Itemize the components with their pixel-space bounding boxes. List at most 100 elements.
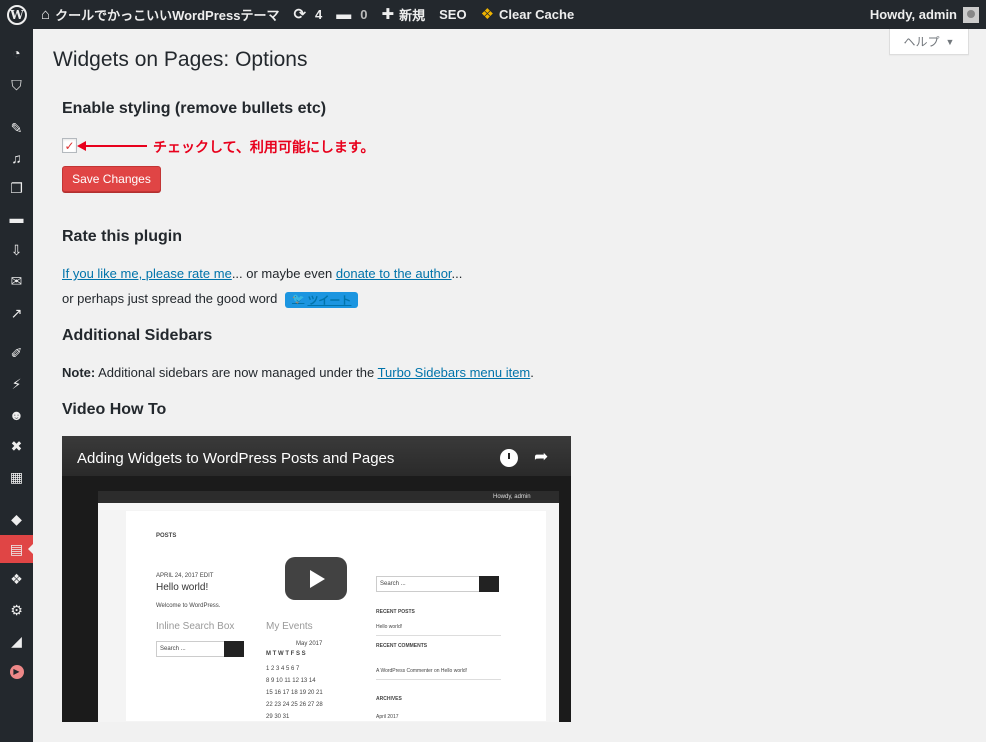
twitter-bird-icon: 🐦 (291, 294, 305, 305)
admin-bar: W ⌂ クールでかっこいいWordPressテーマ ⟳ 4 ▬ 0 ✚ 新規 S… (0, 0, 986, 29)
rate-line: If you like me, please rate me... or may… (62, 266, 462, 281)
comments-icon[interactable]: ▬ (0, 204, 33, 232)
inner-sidebar-search-button (479, 576, 499, 592)
dashboard-icon[interactable]: ◔ (0, 39, 33, 67)
save-changes-button[interactable]: Save Changes (62, 166, 161, 192)
wp-logo-menu[interactable]: W (0, 0, 34, 29)
inner-sidebar-search-placeholder: Search ... (380, 581, 406, 587)
comments-count: 0 (360, 7, 368, 22)
rate-link[interactable]: If you like me, please rate me (62, 266, 232, 281)
wordpress-logo-icon: W (7, 4, 27, 25)
sidebars-note: Note: Additional sidebars are now manage… (62, 365, 534, 380)
clear-cache-menu[interactable]: ❖ Clear Cache (474, 0, 582, 29)
inner-admin-bar (98, 491, 559, 503)
updates-count: 4 (315, 7, 323, 22)
inner-divider-2 (376, 679, 501, 680)
donate-link[interactable]: donate to the author (336, 266, 452, 281)
note-label: Note: (62, 365, 96, 380)
video-title[interactable]: Adding Widgets to WordPress Posts and Pa… (77, 450, 394, 467)
shield-icon[interactable]: ⛉ (0, 71, 33, 99)
site-name-menu[interactable]: ⌂ クールでかっこいいWordPressテーマ (34, 0, 286, 29)
inner-calendar-weekdays: M T W T F S S (266, 651, 306, 657)
inner-cal-row-1: 1 2 3 4 5 6 7 (266, 666, 300, 672)
video-embed[interactable]: Howdy, admin POSTS APRIL 24, 2017 EDIT H… (62, 436, 571, 722)
page-title: Widgets on Pages: Options (53, 48, 308, 71)
my-account-menu[interactable]: Howdy, admin (863, 0, 986, 29)
note-text: Additional sidebars are now managed unde… (95, 365, 378, 380)
plugin-bird-icon[interactable]: ◆ (0, 505, 33, 533)
annotation-arrow-line (83, 145, 147, 147)
stats-icon[interactable]: ◢ (0, 627, 33, 655)
inner-cal-row-2: 8 9 10 11 12 13 14 (266, 678, 316, 684)
share-arrow-icon[interactable]: ➦ (534, 447, 548, 467)
enable-styling-heading: Enable styling (remove bullets etc) (62, 100, 327, 117)
pages-icon[interactable]: ❐ (0, 174, 33, 202)
site-name: クールでかっこいいWordPressテーマ (55, 8, 280, 23)
enable-styling-checkbox[interactable]: ✓ (62, 138, 77, 153)
inner-recent-comment-item: A WordPress Commenter on Hello world! (376, 668, 468, 674)
main-content: Widgets on Pages: Options Enable styling… (33, 29, 986, 742)
inner-post-title: Hello world! (156, 582, 209, 593)
widgets-on-pages-icon[interactable]: ▤ (0, 535, 34, 563)
inner-howdy: Howdy, admin (493, 494, 531, 500)
tweet-button[interactable]: 🐦 ツイート (284, 291, 359, 308)
avatar (963, 6, 979, 23)
tweet-label: ツイート (307, 294, 352, 307)
tools-icon[interactable]: ✖ (0, 432, 33, 460)
inner-page: POSTS APRIL 24, 2017 EDIT Hello world! W… (126, 511, 546, 721)
inner-cal-row-5: 29 30 31 (266, 714, 290, 720)
inner-post-date: APRIL 24, 2017 EDIT (156, 573, 214, 579)
inner-recent-post-item: Hello world! (376, 624, 403, 630)
seo-menu[interactable]: SEO (432, 0, 473, 29)
rate-end-text: ... (451, 266, 463, 281)
gear-icon[interactable]: ⚙ (0, 596, 33, 624)
inner-archive-item: April 2017 (376, 714, 399, 720)
inner-cal-row-3: 15 16 17 18 19 20 21 (266, 690, 323, 696)
comments-menu[interactable]: ▬ 0 (329, 0, 374, 29)
seo-label: SEO (439, 7, 467, 22)
mail-icon[interactable]: ✉ (0, 267, 33, 295)
inner-search-title: Inline Search Box (156, 621, 235, 632)
new-content-menu[interactable]: ✚ 新規 (375, 0, 433, 29)
spread-line: or perhaps just spread the good word 🐦 ツイ… (62, 291, 359, 308)
media-icon[interactable]: ♫ (0, 144, 33, 172)
video-screen: Howdy, admin POSTS APRIL 24, 2017 EDIT H… (98, 491, 559, 722)
inner-recent-posts: RECENT POSTS (376, 609, 415, 615)
feedback-icon[interactable]: ⇩ (0, 236, 33, 264)
inner-search-button (224, 641, 244, 657)
analytics-icon[interactable]: ↗ (0, 299, 33, 327)
plugins-icon[interactable]: ⚡ (0, 370, 33, 398)
updates-menu[interactable]: ⟳ 4 (286, 0, 329, 29)
settings-widgets-icon[interactable]: ▦ (0, 463, 33, 491)
inner-posts-label: POSTS (156, 533, 177, 539)
tiger-cache-icon: ❖ (480, 6, 495, 23)
spread-text: or perhaps just spread the good word (62, 291, 278, 306)
note-end: . (530, 365, 534, 380)
users-icon[interactable]: ☻ (0, 401, 33, 429)
turbo-sidebars-link[interactable]: Turbo Sidebars menu item (378, 365, 531, 380)
appearance-icon[interactable]: ✐ (0, 339, 33, 367)
inner-calendar-month: May 2017 (296, 641, 323, 647)
inner-search-placeholder: Search ... (160, 646, 186, 652)
inner-post-body: Welcome to WordPress. (156, 603, 221, 609)
home-icon: ⌂ (41, 6, 51, 23)
video-heading: Video How To (62, 401, 167, 418)
howdy-text: Howdy, admin (869, 7, 957, 22)
video-play-icon[interactable]: ▶ (0, 658, 33, 686)
rate-heading: Rate this plugin (62, 228, 182, 245)
watch-later-clock-icon[interactable] (500, 449, 518, 467)
comment-bubble-icon: ▬ (336, 6, 352, 23)
rate-mid-text: ... or maybe even (231, 266, 336, 281)
inner-events-title: My Events (266, 621, 313, 632)
inner-divider-1 (376, 635, 501, 636)
video-play-button[interactable] (285, 557, 347, 600)
sidebars-heading: Additional Sidebars (62, 327, 213, 344)
cache-tiger-icon[interactable]: ❖ (0, 565, 33, 593)
inner-cal-row-4: 22 23 24 25 26 27 28 (266, 702, 323, 708)
inner-archives: ARCHIVES (376, 696, 402, 702)
posts-pin-icon[interactable]: ✎ (0, 114, 33, 142)
annotation-text: チェックして、利用可能にします。 (153, 139, 375, 155)
inner-recent-comments: RECENT COMMENTS (376, 643, 428, 649)
new-label: 新規 (399, 8, 426, 23)
updates-icon: ⟳ (293, 6, 307, 23)
